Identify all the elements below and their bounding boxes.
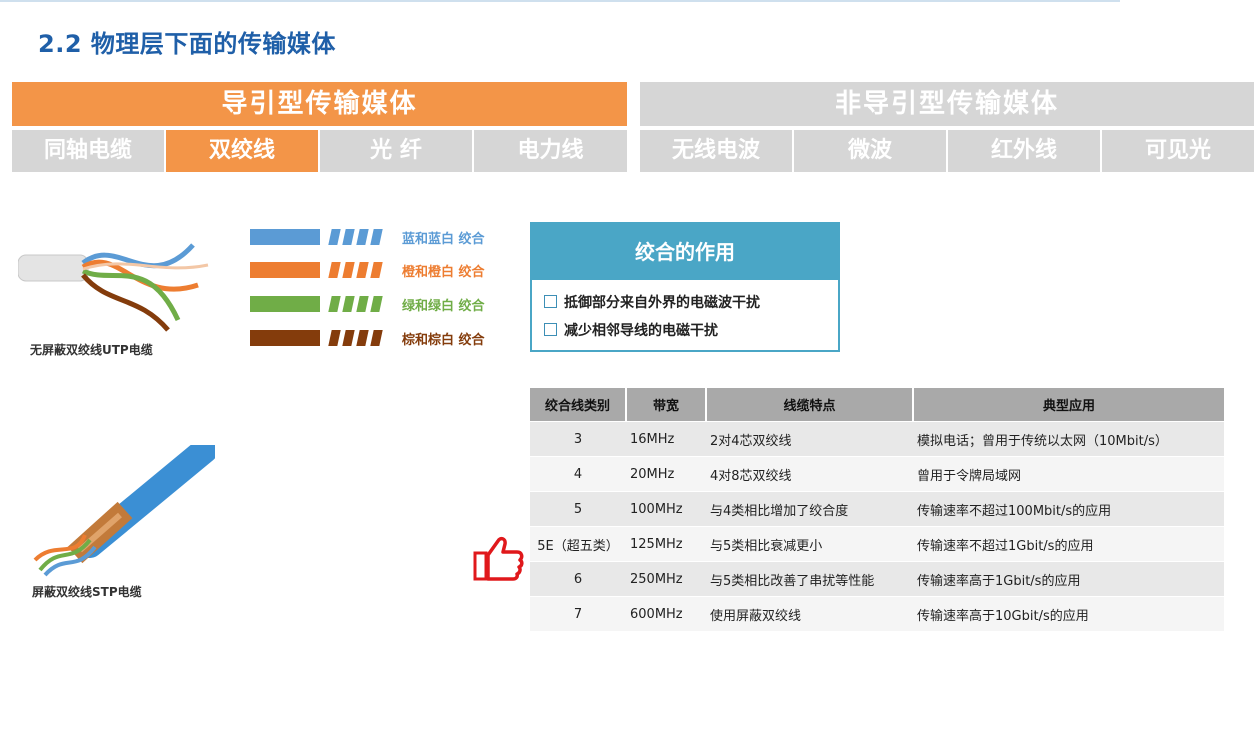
cell-features: 4对8芯双绞线 bbox=[706, 456, 913, 492]
twist-purpose-item: 抵御部分来自外界的电磁波干扰 bbox=[544, 292, 760, 312]
media-visible-light[interactable]: 可见光 bbox=[1102, 130, 1254, 172]
pair-blue-label: 蓝和蓝白 绞合 bbox=[402, 232, 485, 247]
cell-application: 传输速率不超过100Mbit/s的应用 bbox=[913, 491, 1224, 527]
cell-application: 曾用于令牌局域网 bbox=[913, 456, 1224, 492]
table-row: 4 20MHz 4对8芯双绞线 曾用于令牌局域网 bbox=[530, 456, 1224, 492]
media-twisted-pair[interactable]: 双绞线 bbox=[166, 130, 318, 172]
top-divider bbox=[0, 0, 1120, 2]
media-powerline[interactable]: 电力线 bbox=[474, 130, 627, 172]
media-fiber[interactable]: 光 纤 bbox=[320, 130, 472, 172]
table-row: 3 16MHz 2对4芯双绞线 模拟电话；曾用于传统以太网（10Mbit/s） bbox=[530, 421, 1224, 457]
stp-caption: 屏蔽双绞线STP电缆 bbox=[32, 585, 142, 599]
cell-bandwidth: 16MHz bbox=[626, 421, 706, 457]
utp-cable-image bbox=[18, 243, 209, 332]
guided-media-header: 导引型传输媒体 bbox=[12, 82, 627, 126]
media-coaxial[interactable]: 同轴电缆 bbox=[12, 130, 164, 172]
cell-features: 与5类相比改善了串扰等性能 bbox=[706, 561, 913, 597]
cell-bandwidth: 100MHz bbox=[626, 491, 706, 527]
cell-bandwidth: 250MHz bbox=[626, 561, 706, 597]
pair-green-swatch bbox=[250, 296, 320, 312]
utp-caption: 无屏蔽双绞线UTP电缆 bbox=[30, 343, 153, 357]
cell-features: 2对4芯双绞线 bbox=[706, 421, 913, 457]
pair-orange-swatch bbox=[250, 262, 320, 278]
twist-purpose-item-text: 减少相邻导线的电磁干扰 bbox=[564, 323, 718, 339]
checkbox-icon bbox=[544, 295, 557, 308]
twist-purpose-box: 绞合的作用 抵御部分来自外界的电磁波干扰 减少相邻导线的电磁干扰 bbox=[530, 222, 840, 352]
checkbox-icon bbox=[544, 323, 557, 336]
pair-orange-stripes bbox=[328, 262, 386, 278]
cell-application: 传输速率不超过1Gbit/s的应用 bbox=[913, 526, 1224, 562]
cell-bandwidth: 20MHz bbox=[626, 456, 706, 492]
media-infrared[interactable]: 红外线 bbox=[948, 130, 1100, 172]
cell-category: 7 bbox=[530, 596, 626, 631]
cell-category: 5 bbox=[530, 491, 626, 527]
table-row: 7 600MHz 使用屏蔽双绞线 传输速率高于10Gbit/s的应用 bbox=[530, 596, 1224, 631]
col-category: 绞合线类别 bbox=[530, 388, 627, 422]
cell-features: 与5类相比衰减更小 bbox=[706, 526, 913, 562]
cell-bandwidth: 125MHz bbox=[626, 526, 706, 562]
pair-brown-swatch bbox=[250, 330, 320, 346]
cell-category: 4 bbox=[530, 456, 626, 492]
cell-features: 与4类相比增加了绞合度 bbox=[706, 491, 913, 527]
cell-category: 5E（超五类） bbox=[530, 526, 626, 562]
cable-category-table: 绞合线类别 带宽 线缆特点 典型应用 3 16MHz 2对4芯双绞线 模拟电话；曾用于… bbox=[530, 388, 1224, 631]
cell-bandwidth: 600MHz bbox=[626, 596, 706, 631]
pair-blue-swatch bbox=[250, 229, 320, 245]
stp-cable-image bbox=[33, 445, 215, 577]
pair-blue-stripes bbox=[328, 229, 386, 245]
table-row: 5 100MHz 与4类相比增加了绞合度 传输速率不超过100Mbit/s的应用 bbox=[530, 491, 1224, 527]
twist-purpose-item-text: 抵御部分来自外界的电磁波干扰 bbox=[564, 295, 760, 311]
page-title: 2.2 物理层下面的传输媒体 bbox=[38, 30, 336, 58]
twist-purpose-title: 绞合的作用 bbox=[532, 224, 838, 280]
media-radio[interactable]: 无线电波 bbox=[640, 130, 792, 172]
table-header-row: 绞合线类别 带宽 线缆特点 典型应用 bbox=[530, 388, 1224, 422]
col-bandwidth: 带宽 bbox=[626, 388, 707, 422]
thumbs-up-icon bbox=[473, 536, 524, 581]
unguided-media-header: 非导引型传输媒体 bbox=[640, 82, 1254, 126]
cell-category: 3 bbox=[530, 421, 626, 457]
col-application: 典型应用 bbox=[913, 388, 1224, 422]
media-microwave[interactable]: 微波 bbox=[794, 130, 946, 172]
col-features: 线缆特点 bbox=[706, 388, 914, 422]
pair-brown-label: 棕和棕白 绞合 bbox=[402, 333, 485, 348]
cell-application: 传输速率高于1Gbit/s的应用 bbox=[913, 561, 1224, 597]
pair-green-stripes bbox=[328, 296, 386, 312]
cell-application: 传输速率高于10Gbit/s的应用 bbox=[913, 596, 1224, 631]
cell-features: 使用屏蔽双绞线 bbox=[706, 596, 913, 631]
pair-orange-label: 橙和橙白 绞合 bbox=[402, 265, 485, 280]
cell-category: 6 bbox=[530, 561, 626, 597]
pair-green-label: 绿和绿白 绞合 bbox=[402, 299, 485, 314]
table-row: 5E（超五类） 125MHz 与5类相比衰减更小 传输速率不超过1Gbit/s的应用 bbox=[530, 526, 1224, 562]
twist-purpose-item: 减少相邻导线的电磁干扰 bbox=[544, 320, 718, 340]
table-row: 6 250MHz 与5类相比改善了串扰等性能 传输速率高于1Gbit/s的应用 bbox=[530, 561, 1224, 597]
pair-brown-stripes bbox=[328, 330, 386, 346]
cell-application: 模拟电话；曾用于传统以太网（10Mbit/s） bbox=[913, 421, 1224, 457]
